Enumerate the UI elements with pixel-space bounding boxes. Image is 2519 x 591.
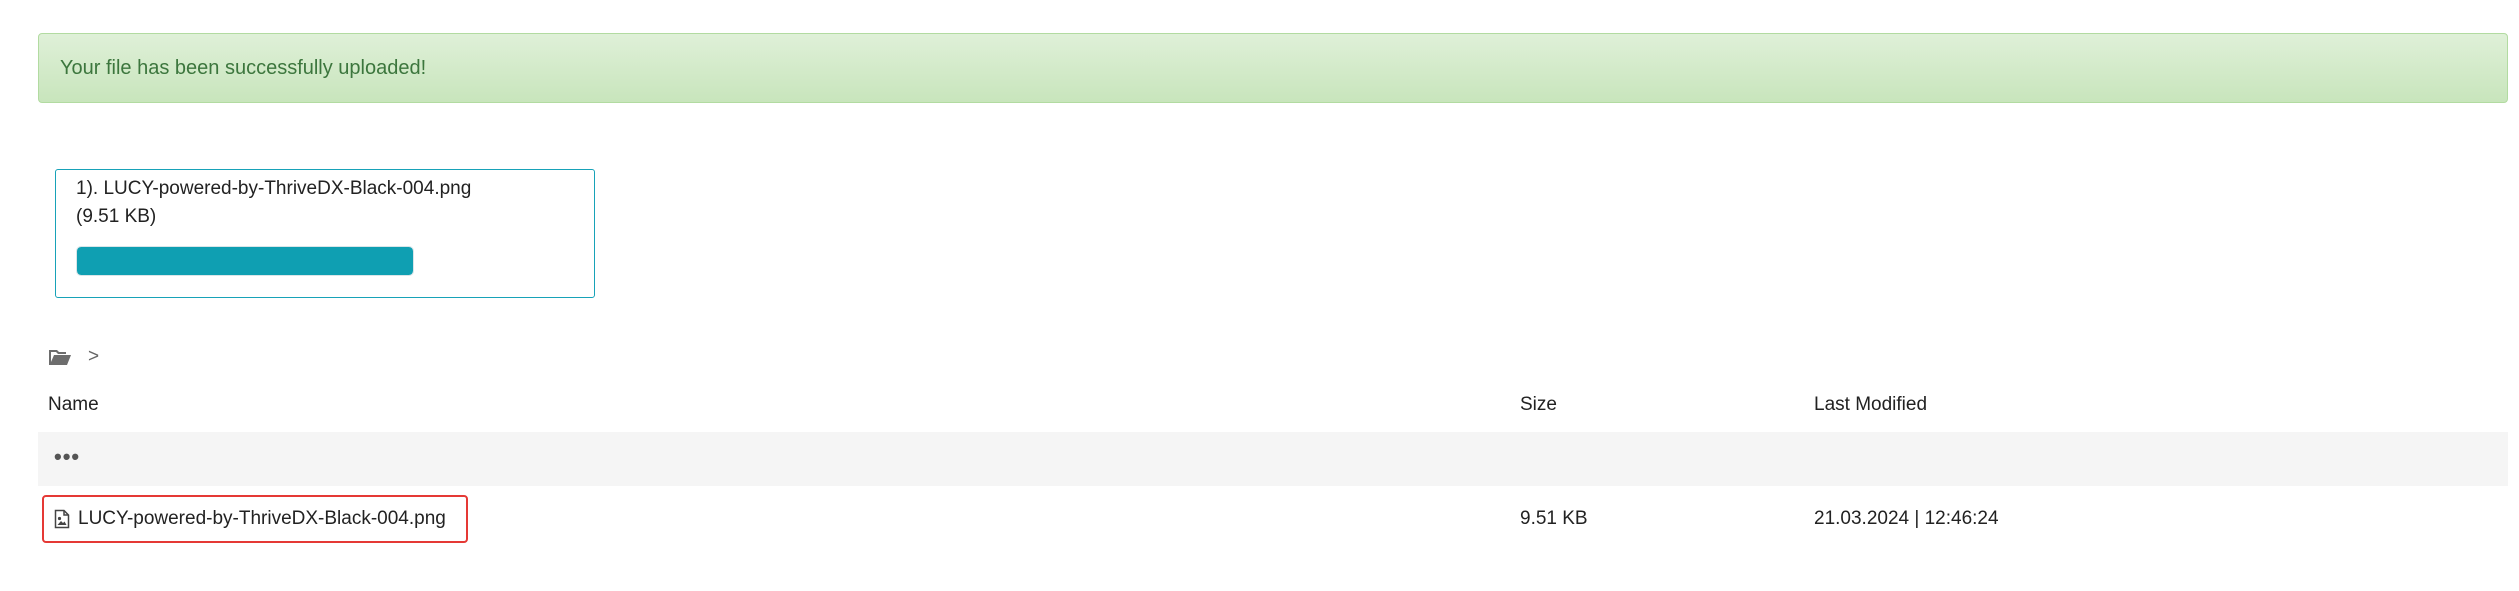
column-header-size[interactable]: Size — [1520, 394, 1557, 416]
file-name-link[interactable]: LUCY-powered-by-ThriveDX-Black-004.png — [78, 508, 446, 530]
file-table: Name Size Last Modified ••• LUCY-powered… — [38, 378, 2508, 543]
breadcrumb-separator: > — [88, 346, 100, 367]
upload-file-size: (9.51 KB) — [76, 206, 157, 227]
table-header: Name Size Last Modified — [38, 378, 2508, 432]
column-header-name[interactable]: Name — [48, 394, 99, 416]
file-size: 9.51 KB — [1520, 508, 1588, 529]
column-header-last-modified[interactable]: Last Modified — [1814, 394, 1927, 416]
upload-file-name: 1). LUCY-powered-by-ThriveDX-Black-004.p… — [76, 178, 472, 199]
success-alert: Your file has been successfully uploaded… — [38, 33, 2508, 103]
file-name-cell[interactable]: LUCY-powered-by-ThriveDX-Black-004.png — [42, 495, 468, 543]
file-last-modified: 21.03.2024 | 12:46:24 — [1814, 508, 1999, 529]
success-message: Your file has been successfully uploaded… — [60, 57, 427, 79]
upload-progress-bar — [76, 246, 414, 276]
image-file-icon — [54, 509, 70, 529]
upload-item-card: 1). LUCY-powered-by-ThriveDX-Black-004.p… — [55, 169, 595, 298]
parent-directory-row[interactable]: ••• — [38, 432, 2508, 486]
folder-open-icon[interactable] — [48, 347, 72, 367]
breadcrumb: > — [48, 345, 99, 369]
parent-directory-link[interactable]: ••• — [54, 444, 80, 470]
upload-progress-fill — [77, 247, 413, 275]
table-row[interactable]: LUCY-powered-by-ThriveDX-Black-004.png 9… — [38, 486, 2508, 543]
